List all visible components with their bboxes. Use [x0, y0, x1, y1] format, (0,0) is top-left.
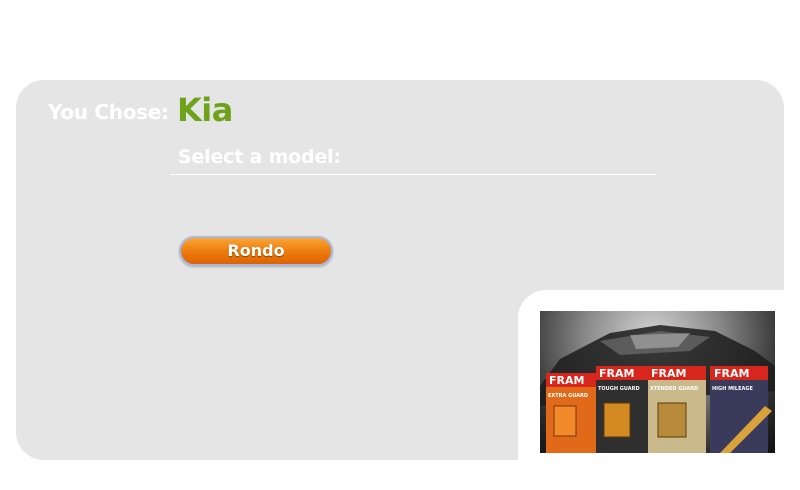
box-brand-3: FRAM	[651, 367, 686, 380]
box-line-1: EXTRA GUARD	[548, 393, 588, 399]
box-line-2: TOUGH GUARD	[598, 386, 640, 392]
divider	[170, 174, 656, 175]
box-brand-4: FRAM	[714, 367, 749, 380]
box-line-3: XTENDED GUARD	[650, 386, 698, 392]
fram-box-xtended-guard: FRAM XTENDED GUARD	[648, 366, 706, 453]
fram-box-tough-guard: FRAM TOUGH GUARD	[596, 366, 648, 453]
select-model-label: Select a model:	[178, 146, 341, 168]
fram-box-extra-guard: FRAM EXTRA GUARD	[546, 373, 596, 453]
fram-box-high-mileage: FRAM HIGH MILEAGE	[710, 366, 772, 453]
you-chose-label: You Chose:	[48, 100, 169, 124]
fram-promo-image: FRAM EXTRA GUARD FRAM TOUGH GUARD FRAM X…	[540, 311, 775, 453]
box-line-4: HIGH MILEAGE	[712, 386, 753, 392]
box-brand-2: FRAM	[599, 367, 634, 380]
model-button-rondo[interactable]: Rondo	[179, 236, 333, 266]
box-brand-1: FRAM	[549, 374, 584, 387]
selected-brand: Kia	[177, 91, 233, 129]
